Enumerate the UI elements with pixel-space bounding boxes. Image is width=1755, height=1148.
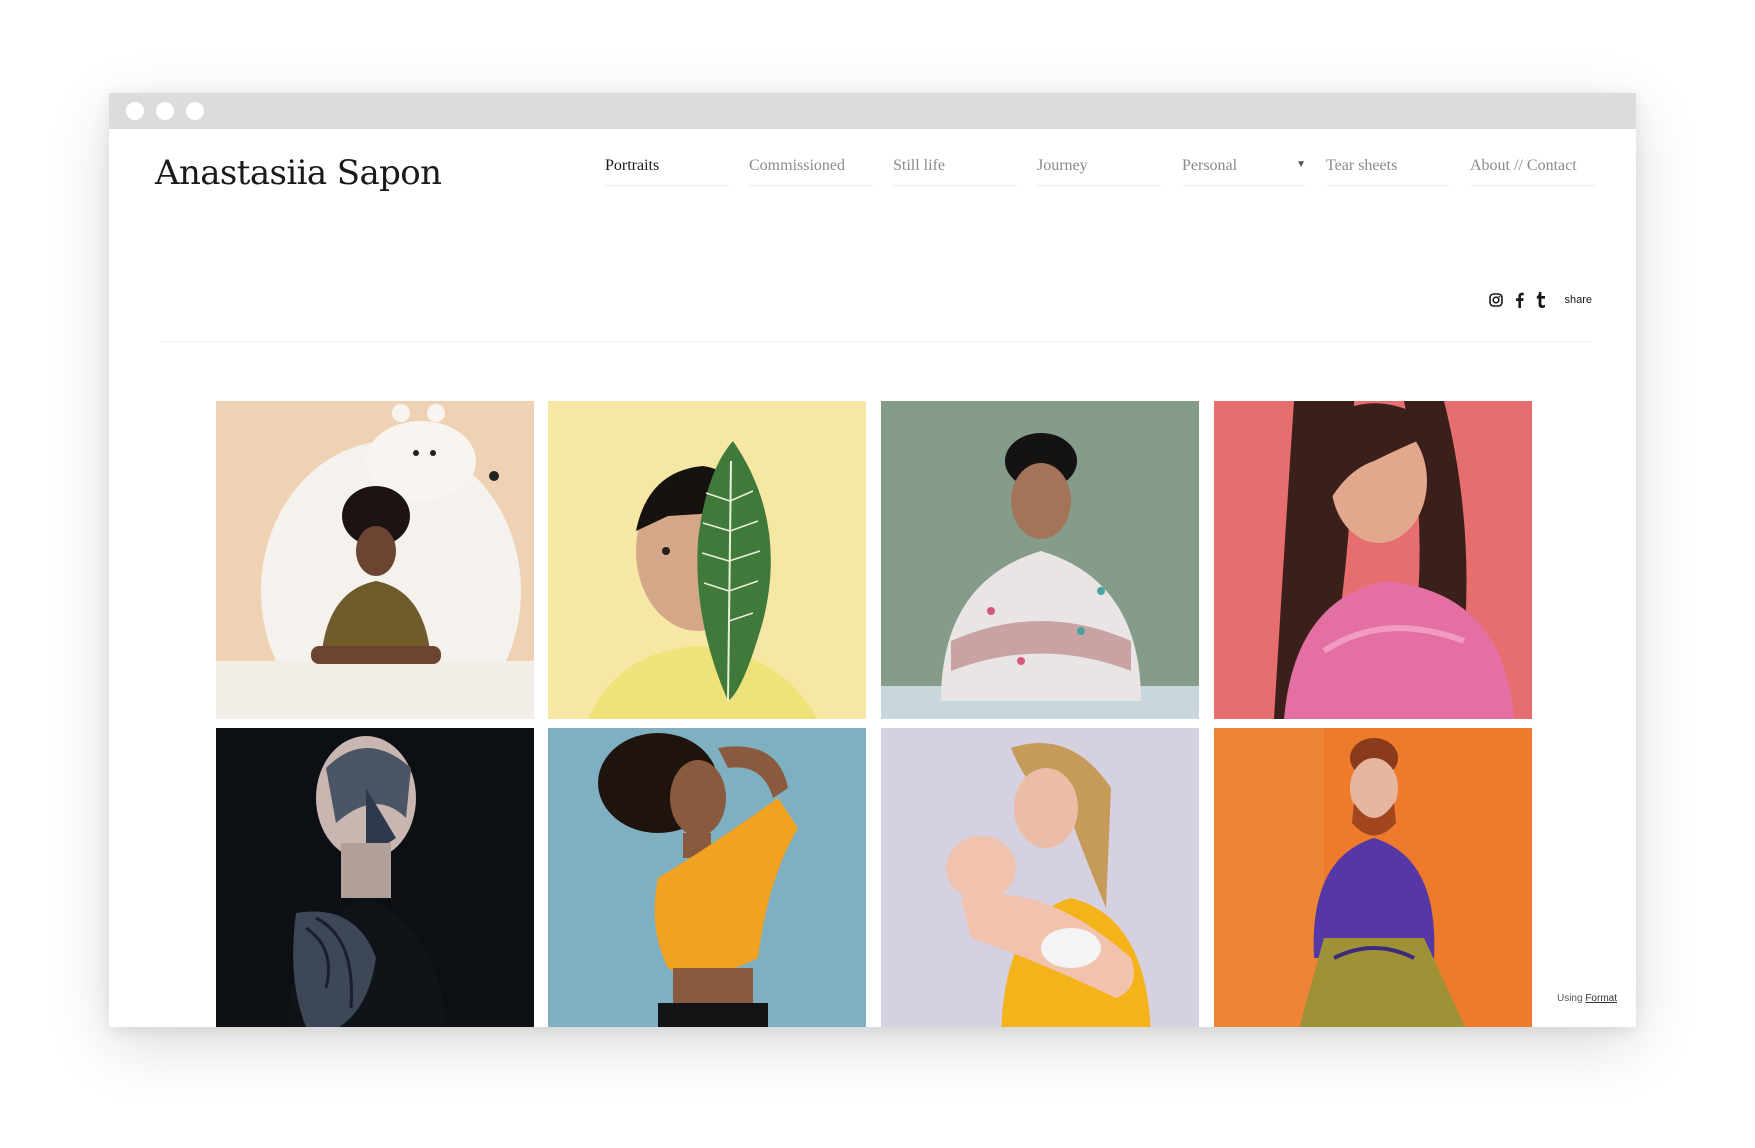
nav-item-personal[interactable]: Personal ▼ (1182, 157, 1306, 186)
credit-using-label: Using (1556, 993, 1583, 1004)
photo-bear-portrait[interactable] (216, 401, 534, 719)
photo-tattoo-portrait[interactable] (216, 728, 534, 1027)
nav-item-portraits[interactable]: Portraits (605, 157, 729, 186)
window-maximize-dot[interactable] (186, 102, 204, 120)
site-title[interactable]: Anastasiia Sapon (155, 153, 442, 193)
photo-yellow-top-portrait[interactable] (548, 728, 866, 1027)
social-links: share (1489, 290, 1592, 310)
format-credit: Using Format (1557, 993, 1617, 1004)
share-link[interactable]: share (1564, 294, 1592, 306)
format-link[interactable]: Format (1585, 993, 1617, 1004)
browser-window: Anastasiia Sapon Portraits Commissioned … (109, 93, 1636, 1027)
photo-leaf-portrait[interactable] (548, 401, 866, 719)
instagram-icon[interactable] (1489, 293, 1504, 307)
nav-item-journey[interactable]: Journey (1037, 157, 1161, 186)
tumblr-icon[interactable] (1536, 292, 1546, 308)
browser-titlebar (109, 93, 1636, 129)
nav-item-personal-label: Personal (1182, 157, 1238, 174)
dropdown-caret-icon: ▼ (1296, 159, 1306, 170)
window-close-dot[interactable] (126, 102, 144, 120)
photo-arms-crossed-portrait[interactable] (881, 401, 1199, 719)
window-minimize-dot[interactable] (156, 102, 174, 120)
photo-mother-baby-portrait[interactable] (881, 728, 1199, 1027)
photo-pink-fur-portrait[interactable] (1214, 401, 1532, 719)
photo-purple-shirt-portrait[interactable] (1214, 728, 1532, 1027)
nav-item-still-life[interactable]: Still life (893, 157, 1017, 186)
nav-item-about-contact[interactable]: About // Contact (1470, 157, 1595, 186)
facebook-icon[interactable] (1515, 292, 1525, 308)
nav-item-tear-sheets[interactable]: Tear sheets (1326, 157, 1450, 186)
header-divider (160, 341, 1592, 342)
portfolio-grid (216, 401, 1534, 1027)
nav-item-commissioned[interactable]: Commissioned (749, 157, 873, 186)
